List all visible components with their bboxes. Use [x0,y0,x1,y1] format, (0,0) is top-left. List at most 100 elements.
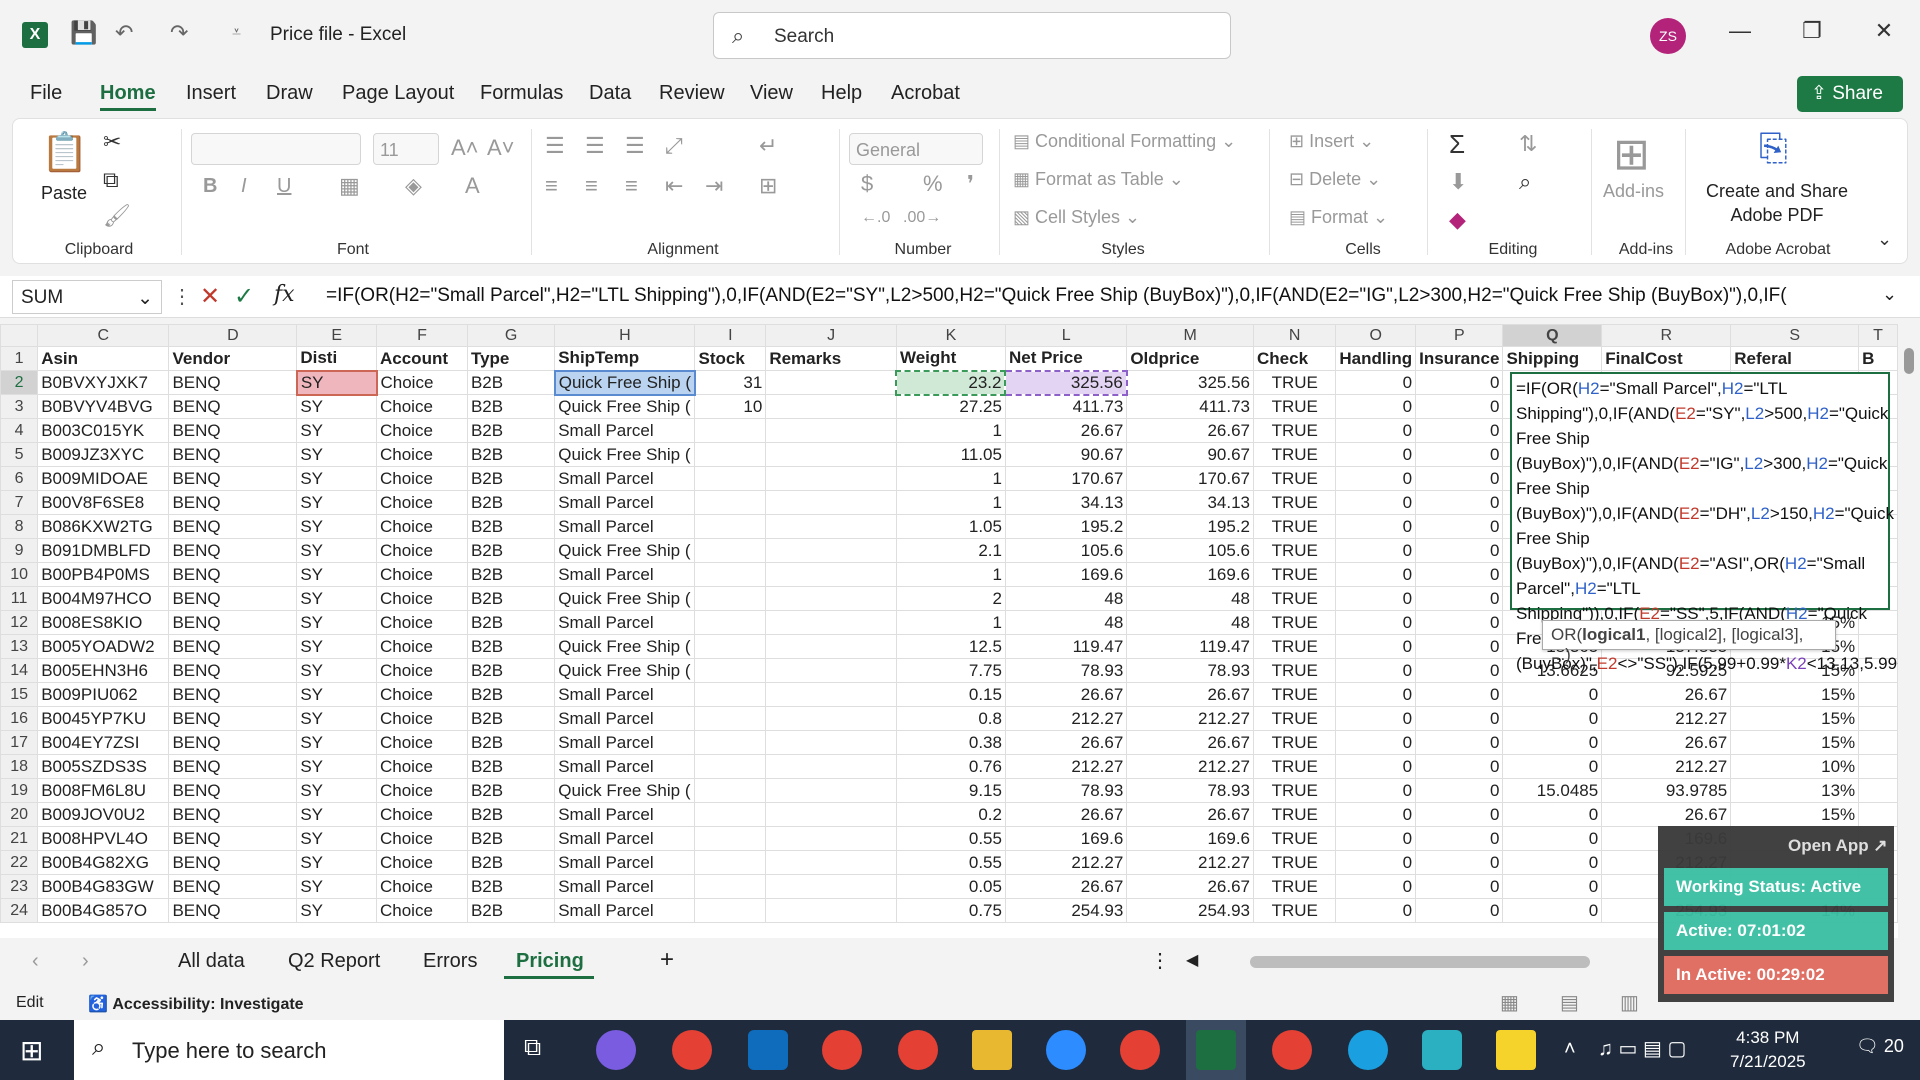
column-header-f[interactable]: F [376,324,468,347]
cell-g11[interactable]: B2B [466,586,556,611]
cell-k22[interactable]: 0.55 [895,850,1006,875]
cell-m19[interactable]: 78.93 [1126,778,1254,803]
cell-d4[interactable]: BENQ [168,418,298,443]
cell-q19[interactable]: 15.0485 [1502,778,1603,803]
cell-i6[interactable] [694,466,767,491]
cell-d18[interactable]: BENQ [168,754,298,779]
format-as-table-button[interactable]: ▦ Format as Table ⌄ [1013,169,1184,190]
column-header-j[interactable]: J [765,324,897,347]
cancel-icon[interactable]: ✕ [200,282,220,311]
cell-j6[interactable] [765,466,897,491]
align-bottom-icon[interactable]: ☰ [625,133,645,159]
clear-icon[interactable]: ◆ [1449,207,1466,233]
cell-n10[interactable]: TRUE [1252,562,1337,587]
cell-n13[interactable]: TRUE [1252,634,1337,659]
column-header-m[interactable]: M [1126,324,1254,347]
vertical-scroll-thumb[interactable] [1904,348,1914,374]
fill-color-icon[interactable]: ◈ [405,173,422,199]
cell-h11[interactable]: Quick Free Ship ( [554,586,696,611]
cell-i9[interactable] [694,538,767,563]
cell-j1[interactable]: Remarks [765,346,897,371]
cell-k2[interactable]: 23.2 [895,369,1007,396]
cell-f21[interactable]: Choice [376,826,468,851]
cell-i3[interactable]: 10 [694,394,767,419]
cell-k14[interactable]: 7.75 [895,658,1006,683]
cell-j4[interactable] [765,418,897,443]
more-icon[interactable]: ⋮ [172,284,192,309]
cell-c8[interactable]: B086KXW2TG [37,514,170,539]
cell-j7[interactable] [765,490,897,515]
adobe-pdf-icon[interactable]: ⎘ [1759,127,1788,170]
accessibility-button[interactable]: ♿ Accessibility: Investigate [88,994,304,1014]
cell-i11[interactable] [694,586,767,611]
cell-k23[interactable]: 0.05 [895,874,1006,899]
cell-k15[interactable]: 0.15 [895,682,1006,707]
cell-l20[interactable]: 26.67 [1004,802,1128,827]
sheet-tab-all-data[interactable]: All data [178,950,245,973]
cell-p22[interactable]: 0 [1415,850,1504,875]
row-header[interactable]: 12 [0,610,39,635]
cell-g4[interactable]: B2B [466,418,556,443]
cell-l12[interactable]: 48 [1004,610,1128,635]
column-header-e[interactable]: E [296,324,377,347]
cell-n15[interactable]: TRUE [1252,682,1337,707]
format-cells-button[interactable]: ▤ Format ⌄ [1289,207,1388,228]
sheet-tab-q2-report[interactable]: Q2 Report [288,950,380,973]
font-color-icon[interactable]: A [465,173,480,199]
column-header-l[interactable]: L [1004,324,1128,347]
cell-n12[interactable]: TRUE [1252,610,1337,635]
sheet-tab-pricing[interactable]: Pricing [516,950,584,973]
tab-help[interactable]: Help [821,82,862,105]
cell-o22[interactable]: 0 [1335,850,1417,875]
cell-o23[interactable]: 0 [1335,874,1417,899]
cell-p4[interactable]: 0 [1415,418,1504,443]
column-header-r[interactable]: R [1601,324,1732,347]
cell-c9[interactable]: B091DMBLFD [37,538,170,563]
cell-f24[interactable]: Choice [376,898,468,923]
cell-g19[interactable]: B2B [466,778,556,803]
cell-p3[interactable]: 0 [1415,394,1504,419]
comma-icon[interactable]: ❜ [967,171,974,197]
cell-p16[interactable]: 0 [1415,706,1504,731]
cell-m18[interactable]: 212.27 [1126,754,1254,779]
cell-d12[interactable]: BENQ [168,610,298,635]
cell-l10[interactable]: 169.6 [1004,562,1128,587]
row-header[interactable]: 19 [0,778,39,803]
cell-n3[interactable]: TRUE [1252,394,1337,419]
cell-i19[interactable] [694,778,767,803]
create-share-pdf-button[interactable]: Create and Share [1697,181,1857,202]
cell-d14[interactable]: BENQ [168,658,298,683]
cell-e11[interactable]: SY [296,586,377,611]
cell-p11[interactable]: 0 [1415,586,1504,611]
cell-p19[interactable]: 0 [1415,778,1504,803]
cell-c7[interactable]: B00V8F6SE8 [37,490,170,515]
close-icon[interactable]: ✕ [1864,18,1904,44]
cell-e5[interactable]: SY [296,442,377,467]
cell-c2[interactable]: B0BVXYJXK7 [37,370,170,395]
cell-e21[interactable]: SY [296,826,377,851]
cell-k4[interactable]: 1 [895,418,1006,443]
cell-j10[interactable] [765,562,897,587]
underline-button[interactable]: U [277,175,291,198]
tab-review[interactable]: Review [659,82,725,105]
cell-c11[interactable]: B004M97HCO [37,586,170,611]
add-sheet-icon[interactable]: + [660,946,674,974]
cell-m9[interactable]: 105.6 [1126,538,1254,563]
page-break-view-icon[interactable]: ▥ [1620,990,1639,1015]
cell-n8[interactable]: TRUE [1252,514,1337,539]
merge-center-icon[interactable]: ⊞ [759,173,777,199]
cell-n9[interactable]: TRUE [1252,538,1337,563]
cell-o13[interactable]: 0 [1335,634,1417,659]
cell-e22[interactable]: SY [296,850,377,875]
cell-f3[interactable]: Choice [376,394,468,419]
cell-f8[interactable]: Choice [376,514,468,539]
cell-s15[interactable]: 15% [1730,682,1860,707]
cell-p5[interactable]: 0 [1415,442,1504,467]
cell-t18[interactable] [1858,754,1898,779]
cell-l16[interactable]: 212.27 [1004,706,1128,731]
cell-j15[interactable] [765,682,897,707]
cell-q23[interactable]: 0 [1502,874,1603,899]
avatar[interactable]: ZS [1650,18,1686,54]
delete-cells-button[interactable]: ⊟ Delete ⌄ [1289,169,1381,190]
cell-k8[interactable]: 1.05 [895,514,1006,539]
